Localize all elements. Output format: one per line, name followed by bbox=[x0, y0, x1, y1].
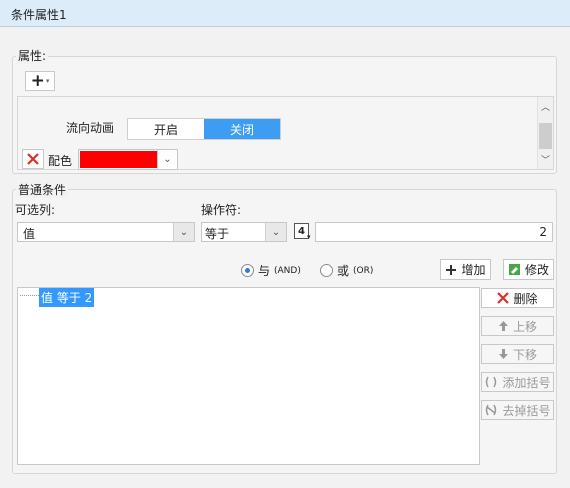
column-select-value: 值 bbox=[23, 227, 36, 241]
value-type-button[interactable]: 4 ▾ bbox=[294, 223, 312, 242]
flow-animation-toggle: 开启 关闭 bbox=[127, 118, 281, 140]
chevron-down-icon: ⌄ bbox=[173, 223, 194, 241]
move-down-button[interactable]: 下移 bbox=[481, 344, 554, 364]
value-input[interactable]: 2 bbox=[315, 222, 553, 242]
arrow-up-icon bbox=[498, 321, 508, 331]
toggle-on-option[interactable]: 开启 bbox=[128, 119, 204, 139]
plus-icon: + bbox=[30, 70, 45, 91]
or-radio-sub: (OR) bbox=[353, 265, 374, 276]
conditions-group-label: 普通条件 bbox=[16, 181, 69, 198]
plus-icon bbox=[446, 264, 457, 275]
title-bar: 条件属性1 bbox=[0, 0, 570, 27]
dropdown-arrow-icon: ▾ bbox=[45, 77, 50, 85]
and-radio-label: 与 bbox=[258, 264, 271, 278]
add-bracket-button[interactable]: 添加括号 bbox=[481, 372, 554, 392]
chevron-down-icon: ⌄ bbox=[265, 223, 286, 241]
remove-bracket-button[interactable]: 去掉括号 bbox=[481, 400, 554, 420]
radio-selected-icon bbox=[241, 264, 254, 277]
and-radio[interactable]: 与 (AND) bbox=[241, 262, 301, 279]
tree-line bbox=[20, 295, 39, 296]
scroll-up-icon[interactable]: ︿ bbox=[541, 100, 550, 113]
close-icon bbox=[27, 153, 39, 165]
brackets-icon bbox=[486, 376, 497, 388]
scroll-thumb[interactable] bbox=[539, 123, 552, 149]
remove-bracket-label: 去掉括号 bbox=[502, 403, 551, 418]
operator-select[interactable]: 等于 ⌄ bbox=[201, 222, 287, 242]
property-list-scrollbar[interactable]: ︿ ﹀ bbox=[537, 97, 553, 169]
modify-condition-label: 修改 bbox=[524, 263, 549, 277]
delete-condition-button[interactable]: 删除 bbox=[481, 288, 554, 308]
column-label: 可选列: bbox=[15, 203, 56, 217]
condition-list[interactable]: 值 等于 2 bbox=[17, 287, 480, 465]
add-property-button[interactable]: + ▾ bbox=[25, 71, 55, 91]
window-title: 条件属性1 bbox=[11, 8, 67, 22]
toggle-off-option[interactable]: 关闭 bbox=[204, 119, 280, 139]
color-picker[interactable]: ⌄ bbox=[78, 149, 178, 170]
value-input-text: 2 bbox=[539, 225, 547, 239]
condition-list-item[interactable]: 值 等于 2 bbox=[39, 288, 95, 307]
or-radio[interactable]: 或 (OR) bbox=[320, 262, 373, 279]
color-swatch bbox=[80, 151, 158, 168]
add-condition-label: 增加 bbox=[461, 263, 486, 277]
and-radio-sub: (AND) bbox=[274, 265, 301, 276]
edit-icon bbox=[508, 264, 520, 275]
color-label: 配色 bbox=[48, 154, 73, 168]
move-down-label: 下移 bbox=[512, 347, 537, 362]
or-radio-label: 或 bbox=[337, 264, 350, 278]
add-bracket-label: 添加括号 bbox=[502, 375, 551, 390]
operator-label: 操作符: bbox=[201, 203, 242, 217]
flow-animation-label: 流向动画 bbox=[66, 121, 115, 135]
remove-property-button[interactable] bbox=[22, 149, 44, 169]
move-up-label: 上移 bbox=[512, 319, 537, 334]
arrow-down-icon bbox=[498, 349, 508, 359]
close-icon bbox=[497, 292, 510, 304]
move-up-button[interactable]: 上移 bbox=[481, 316, 554, 336]
column-select[interactable]: 值 ⌄ bbox=[17, 222, 195, 242]
radio-unselected-icon bbox=[320, 264, 333, 277]
operator-select-value: 等于 bbox=[205, 227, 230, 241]
dropdown-arrow-icon: ▾ bbox=[307, 233, 311, 241]
chevron-down-icon: ⌄ bbox=[157, 150, 177, 169]
properties-group-label: 属性: bbox=[16, 47, 49, 64]
modify-condition-button[interactable]: 修改 bbox=[503, 259, 554, 280]
delete-label: 删除 bbox=[513, 291, 538, 306]
add-condition-button[interactable]: 增加 bbox=[440, 259, 491, 280]
remove-brackets-icon bbox=[486, 404, 497, 416]
scroll-down-icon[interactable]: ﹀ bbox=[541, 153, 550, 166]
